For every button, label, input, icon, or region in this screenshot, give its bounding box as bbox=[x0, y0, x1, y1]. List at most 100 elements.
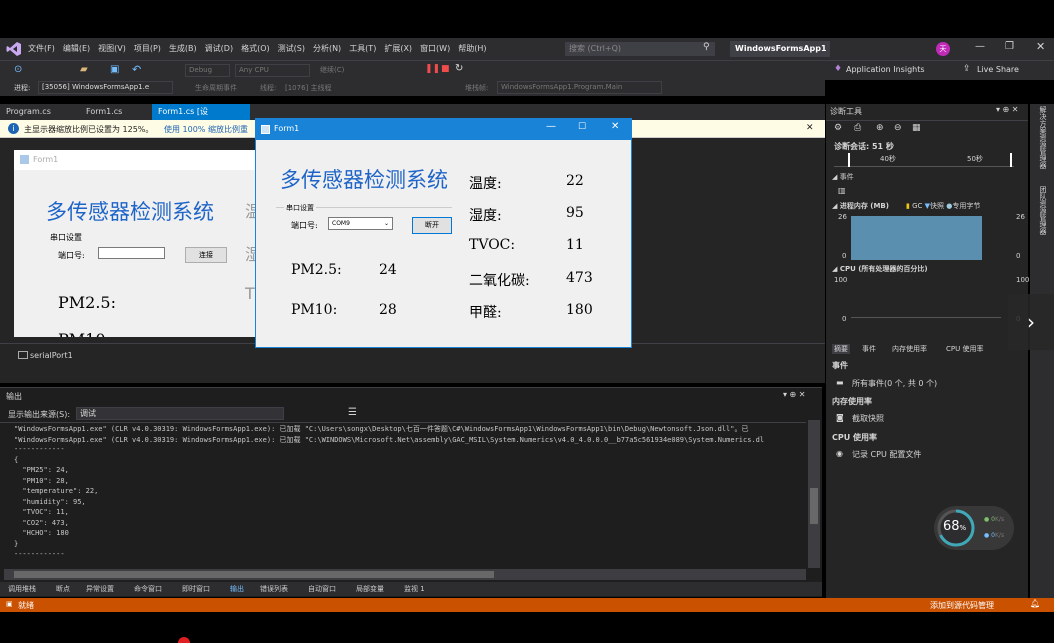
designer-connect-button[interactable]: 连接 bbox=[185, 247, 227, 263]
menu-item[interactable]: 编辑(E) bbox=[63, 38, 90, 60]
bottom-tab[interactable]: 异常设置 bbox=[86, 584, 114, 594]
menu-item[interactable]: 工具(T) bbox=[349, 38, 376, 60]
menu-item[interactable]: 分析(N) bbox=[313, 38, 341, 60]
menu-item[interactable]: 文件(F) bbox=[28, 38, 55, 60]
settings-icon[interactable]: ⚙ bbox=[834, 123, 842, 133]
bottom-tab[interactable]: 监视 1 bbox=[404, 584, 425, 594]
info-link[interactable]: 使用 100% 缩放比例重 bbox=[164, 124, 248, 135]
cpu-min-left: 0 bbox=[842, 315, 847, 323]
pause-icon[interactable]: ❚❚ bbox=[425, 64, 440, 74]
menu-item[interactable]: 调试(D) bbox=[205, 38, 233, 60]
bottom-tab[interactable]: 调用堆栈 bbox=[8, 584, 36, 594]
tab-form1-designer[interactable]: Form1.cs [设计]⊕✕ bbox=[152, 104, 250, 132]
zoom-in-icon[interactable]: ⊕ bbox=[876, 123, 884, 133]
diag-tab[interactable]: CPU 使用率 bbox=[946, 344, 983, 354]
tab-form1-cs[interactable]: Form1.cs bbox=[80, 104, 128, 120]
menu-item[interactable]: 项目(P) bbox=[134, 38, 161, 60]
undo-icon[interactable]: ↶ bbox=[132, 63, 141, 76]
source-control-button[interactable]: 添加到源代码管理 bbox=[930, 600, 994, 611]
output-text[interactable]: "WindowsFormsApp1.exe" (CLR v4.0.30319: … bbox=[0, 422, 806, 567]
platform-select[interactable]: Any CPU bbox=[235, 64, 310, 77]
designer-port-select[interactable] bbox=[98, 247, 165, 259]
menu-item[interactable]: 视图(V) bbox=[98, 38, 126, 60]
save-all-icon[interactable]: ▣ bbox=[110, 64, 119, 75]
notification-icon[interactable]: 🔔︎ bbox=[1030, 599, 1040, 608]
zoom-out-icon[interactable]: ⊖ bbox=[894, 123, 902, 133]
menu-item[interactable]: 生成(B) bbox=[169, 38, 197, 60]
search-box[interactable]: 搜索 (Ctrl+Q) bbox=[565, 42, 715, 56]
all-events-link[interactable]: 所有事件(0 个, 共 0 个) bbox=[852, 378, 937, 389]
bottom-tab[interactable]: 局部变量 bbox=[356, 584, 384, 594]
info-close-icon[interactable]: ✕ bbox=[806, 123, 814, 133]
form1-close-icon[interactable]: ✕ bbox=[611, 121, 619, 132]
maximize-icon[interactable]: ❐ bbox=[1005, 41, 1014, 52]
form1-maximize-icon[interactable]: ☐ bbox=[578, 122, 586, 132]
pm25-value: 24 bbox=[379, 262, 397, 278]
menu-item[interactable]: 格式(O) bbox=[241, 38, 270, 60]
user-avatar[interactable]: 天 bbox=[936, 42, 950, 56]
output-pin-icon[interactable]: ▾ ⊕ ✕ bbox=[783, 390, 806, 399]
menu-item[interactable]: 窗口(W) bbox=[420, 38, 450, 60]
timeline-ruler[interactable]: 40秒 50秒 bbox=[834, 153, 1014, 167]
perf-gauge-widget[interactable]: 68% ● 0K/s ● 0K/s bbox=[934, 506, 1014, 550]
temperature-label: 温度: bbox=[469, 176, 502, 192]
output-vscrollbar[interactable] bbox=[808, 420, 820, 568]
menu-item[interactable]: 扩展(X) bbox=[384, 38, 412, 60]
bottom-tab[interactable]: 断点 bbox=[56, 584, 70, 594]
reset-zoom-icon[interactable]: ▦ bbox=[912, 123, 921, 133]
diag-window-controls-icon[interactable]: ▾ ⊕ ✕ bbox=[996, 105, 1019, 114]
serial-port-component[interactable]: serialPort1 bbox=[30, 351, 73, 360]
diag-tab[interactable]: 事件 bbox=[862, 344, 876, 354]
menu-items: 文件(F) 编辑(E) 视图(V) 项目(P) 生成(B) 调试(D) 格式(O) 测试(S)… bbox=[28, 38, 494, 60]
minimize-icon[interactable]: — bbox=[975, 41, 985, 52]
stack-frame-select[interactable]: WindowsFormsApp1.Program.Main bbox=[497, 81, 662, 94]
app-insights-button[interactable]: Application Insights bbox=[846, 65, 925, 74]
take-snapshot-button[interactable]: 截取快照 bbox=[852, 413, 884, 424]
team-explorer-tab[interactable]: 团队资源管理器 bbox=[1036, 186, 1048, 235]
designer-form[interactable]: Form1 多传感器检测系统 串口设置 端口号: 连接 PM2.5: PM10 bbox=[14, 150, 259, 337]
thread-select[interactable]: [1076] 主线程 bbox=[285, 83, 332, 93]
timeline-end-handle[interactable] bbox=[1010, 153, 1012, 167]
bottom-tab[interactable]: 命令窗口 bbox=[134, 584, 162, 594]
port-select[interactable]: COM9 ⌄ bbox=[328, 217, 393, 230]
chevron-down-icon: ⌄ bbox=[383, 220, 389, 227]
export-icon[interactable]: ⎙ bbox=[854, 123, 861, 133]
tab-program-cs[interactable]: Program.cs bbox=[0, 104, 57, 120]
designer-port-label: 端口号: bbox=[58, 251, 85, 260]
timeline-start-handle[interactable] bbox=[848, 153, 850, 167]
close-icon[interactable]: ✕ bbox=[1036, 40, 1045, 53]
config-select[interactable]: Debug bbox=[185, 64, 230, 77]
record-cpu-button[interactable]: 记录 CPU 配置文件 bbox=[852, 449, 921, 460]
form1-minimize-icon[interactable]: — bbox=[546, 121, 556, 132]
process-select[interactable]: [35056] WindowsFormsApp1.e bbox=[38, 81, 173, 94]
solution-explorer-tab[interactable]: 解决方案资源管理器 bbox=[1036, 106, 1048, 169]
live-share-icon: ⇪ bbox=[963, 64, 971, 74]
pm25-label: PM2.5: bbox=[291, 262, 342, 278]
diag-tab[interactable]: 内存使用率 bbox=[892, 344, 927, 354]
bottom-tab[interactable]: 错误列表 bbox=[260, 584, 288, 594]
form1-window[interactable]: Form1 — ☐ ✕ 多传感器检测系统 串口设置 端口号: COM9 ⌄ 断开 … bbox=[255, 118, 632, 348]
back-icon[interactable]: ⊙ bbox=[14, 64, 22, 75]
timeline-50s: 50秒 bbox=[967, 155, 983, 163]
lifecycle-events[interactable]: 生命周期事件 bbox=[195, 83, 237, 93]
output-line: } bbox=[14, 539, 19, 548]
menu-item[interactable]: 帮助(H) bbox=[458, 38, 486, 60]
menu-item[interactable]: 测试(S) bbox=[278, 38, 305, 60]
cpu-section-label: ◢ CPU (所有处理器的百分比) bbox=[832, 265, 928, 273]
bottom-tab[interactable]: 自动窗口 bbox=[308, 584, 336, 594]
disconnect-button[interactable]: 断开 bbox=[412, 217, 452, 234]
bottom-tab[interactable]: 即时窗口 bbox=[182, 584, 210, 594]
diag-tabs: 摘要 事件 内存使用率 CPU 使用率 bbox=[826, 342, 1028, 356]
diag-tab[interactable]: 摘要 bbox=[832, 344, 850, 354]
open-folder-icon[interactable]: ▰ bbox=[80, 64, 88, 75]
wrap-icon[interactable]: ☰ bbox=[348, 407, 357, 418]
bottom-tab[interactable]: 输出 bbox=[230, 584, 244, 594]
live-share-button[interactable]: Live Share bbox=[977, 65, 1019, 74]
next-arrow-button[interactable]: › bbox=[1008, 294, 1054, 350]
stop-icon[interactable]: ■ bbox=[441, 64, 450, 74]
output-source-select[interactable]: 调试 bbox=[76, 407, 284, 420]
restart-icon[interactable]: ↻ bbox=[455, 63, 463, 74]
continue-button[interactable]: 继续(C) bbox=[320, 65, 344, 75]
timeline-40s: 40秒 bbox=[880, 155, 896, 163]
output-hscrollbar[interactable] bbox=[4, 569, 806, 580]
